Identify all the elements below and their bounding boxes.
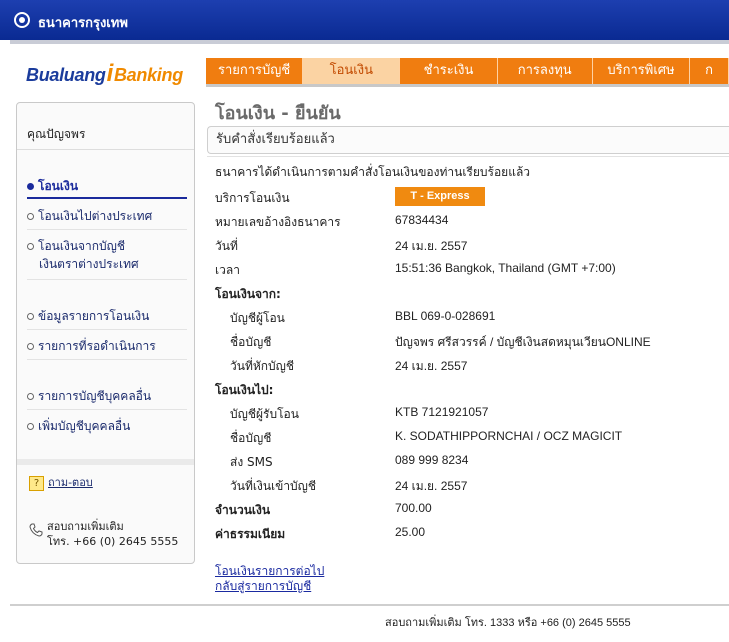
user-name: คุณปัญจพร <box>27 127 86 141</box>
tab-transfer[interactable]: โอนเงิน <box>303 58 401 84</box>
top-bar-shadow <box>10 40 729 44</box>
top-bar: ธนาคารกรุงเทพ <box>0 0 729 40</box>
sidebar-item-label: รายการที่รอดำเนินการ <box>38 339 156 353</box>
reference-label: หมายเลขอ้างอิงธนาคาร <box>215 215 341 229</box>
sidebar-divider <box>27 409 187 410</box>
sidebar-band <box>17 459 194 465</box>
bullet-icon <box>27 183 34 190</box>
phone-icon <box>29 523 43 537</box>
contact-line-2: โทร. +66 (0) 2645 5555 <box>47 535 179 548</box>
to-heading: โอนเงินไป: <box>215 383 274 397</box>
sidebar-item-fcd-transfer[interactable]: โอนเงินจากบัญชี เงินตราต่างประเทศ <box>27 237 139 273</box>
sidebar-divider <box>27 229 187 230</box>
debit-date-label: วันที่หักบัญชี <box>230 359 295 373</box>
sidebar-divider <box>27 359 187 360</box>
sidebar-item-label: โอนเงิน <box>38 179 79 193</box>
bullet-icon <box>27 213 34 220</box>
tab-payment[interactable]: ชำระเงิน <box>400 58 498 84</box>
to-name-value: K. SODATHIPPORNCHAI / OCZ MAGICIT <box>395 429 623 443</box>
brand-i: i <box>106 60 114 87</box>
sidebar-item-label: ข้อมูลรายการโอนเงิน <box>38 309 150 323</box>
bank-name: ธนาคารกรุงเทพ <box>38 16 128 31</box>
sidebar-item-transfer-history[interactable]: ข้อมูลรายการโอนเงิน <box>27 307 149 325</box>
sidebar-divider <box>27 329 187 330</box>
sidebar-item-label: โอนเงินไปต่างประเทศ <box>38 209 153 223</box>
footer-contact: สอบถามเพิ่มเติม โทร. 1333 หรือ +66 (0) 2… <box>385 617 631 629</box>
sms-value: 089 999 8234 <box>395 453 469 467</box>
faq-label: ถาม-ตอบ <box>48 476 93 489</box>
back-to-accounts-link[interactable]: กลับสู่รายการบัญชี <box>215 577 311 596</box>
reference-value: 67834434 <box>395 213 449 227</box>
bullet-icon <box>27 393 34 400</box>
fee-value: 25.00 <box>395 525 426 539</box>
sidebar-item-pending[interactable]: รายการที่รอดำเนินการ <box>27 337 156 355</box>
sidebar-item-label: เพิ่มบัญชีบุคคลอื่น <box>38 419 131 433</box>
faq-link[interactable]: ? ถาม-ตอบ <box>29 473 93 491</box>
amount-value: 700.00 <box>395 501 432 515</box>
footer-divider <box>10 604 729 606</box>
sidebar-item-label: เงินตราต่างประเทศ <box>39 257 139 271</box>
service-label: บริการโอนเงิน <box>215 191 290 205</box>
credit-date-value: 24 เม.ย. 2557 <box>395 479 468 493</box>
date-label: วันที่ <box>215 239 238 253</box>
brand-logo[interactable]: BualuangiBanking <box>26 60 183 88</box>
sidebar-contact: สอบถามเพิ่มเติม โทร. +66 (0) 2645 5555 <box>29 519 178 549</box>
main-nav: รายการบัญชี โอนเงิน ชำระเงิน การลงทุน บร… <box>206 58 729 84</box>
contact-line-1: สอบถามเพิ่มเติม <box>47 520 124 533</box>
sidebar-divider <box>17 149 194 150</box>
brand-right: Banking <box>113 65 183 85</box>
credit-date-label: วันที่เงินเข้าบัญชี <box>230 479 317 493</box>
bullet-icon <box>27 313 34 320</box>
bullet-icon <box>27 423 34 430</box>
from-heading: โอนเงินจาก: <box>215 287 281 301</box>
time-label: เวลา <box>215 263 240 277</box>
from-account-label: บัญชีผู้โอน <box>230 311 285 325</box>
page-title: โอนเงิน - ยืนยัน <box>215 103 341 124</box>
sidebar: คุณปัญจพร โอนเงิน โอนเงินไปต่างประเทศ โอ… <box>16 102 195 564</box>
tab-special-services[interactable]: บริการพิเศษ <box>593 58 691 84</box>
amount-label: จำนวนเงิน <box>215 503 271 517</box>
status-header: รับคำสั่งเรียบร้อยแล้ว <box>207 126 729 154</box>
to-account-value: KTB 7121921057 <box>395 405 489 419</box>
bullet-icon <box>27 343 34 350</box>
sidebar-item-international-transfer[interactable]: โอนเงินไปต่างประเทศ <box>27 207 152 225</box>
question-icon: ? <box>29 475 44 491</box>
to-account-label: บัญชีผู้รับโอน <box>230 407 299 421</box>
sidebar-item-add-third-party[interactable]: เพิ่มบัญชีบุคคลอื่น <box>27 417 130 435</box>
from-account-value: BBL 069-0-028691 <box>395 309 496 323</box>
to-name-label: ชื่อบัญชี <box>230 431 272 445</box>
bank-logo-icon <box>14 12 30 28</box>
date-value: 24 เม.ย. 2557 <box>395 239 468 253</box>
active-indicator <box>27 197 187 199</box>
time-value: 15:51:36 Bangkok, Thailand (GMT +7:00) <box>395 261 616 275</box>
confirmation-message: ธนาคารได้ดำเนินการตามคำสั่งโอนเงินของท่า… <box>215 165 531 179</box>
fee-label: ค่าธรรมเนียม <box>215 527 286 541</box>
sidebar-item-label: รายการบัญชีบุคคลอื่น <box>38 389 152 403</box>
bullet-icon <box>27 243 34 250</box>
sidebar-item-third-party-list[interactable]: รายการบัญชีบุคคลอื่น <box>27 387 151 405</box>
sidebar-item-label: โอนเงินจากบัญชี <box>38 239 126 253</box>
brand-left: Bualuang <box>26 65 106 85</box>
content-divider <box>207 156 729 157</box>
from-name-value: ปัญจพร ศรีสวรรค์ / บัญชีเงินสดหมุนเวียนO… <box>395 335 651 349</box>
debit-date-value: 24 เม.ย. 2557 <box>395 359 468 373</box>
nav-underline <box>206 84 729 87</box>
tab-investment[interactable]: การลงทุน <box>498 58 593 84</box>
sms-label: ส่ง SMS <box>230 455 273 469</box>
from-name-label: ชื่อบัญชี <box>230 335 272 349</box>
service-badge: T - Express <box>395 187 485 206</box>
sidebar-item-transfer[interactable]: โอนเงิน <box>27 177 78 195</box>
tab-accounts[interactable]: รายการบัญชี <box>206 58 304 84</box>
tab-more[interactable]: ก <box>690 58 729 84</box>
sidebar-divider <box>27 279 187 280</box>
